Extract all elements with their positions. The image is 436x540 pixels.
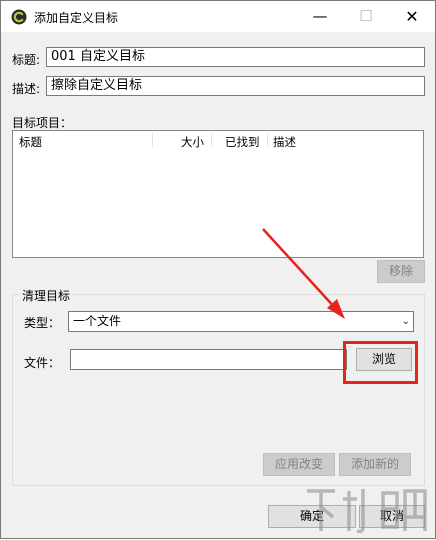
dialog-window: 添加自定义目标 — ☐ ✕ 标题: 001 自定义目标 描述: 擦除自定义目标 …: [0, 0, 436, 539]
pointer-arrow-icon: [262, 228, 345, 319]
watermark-logo: [307, 489, 427, 534]
